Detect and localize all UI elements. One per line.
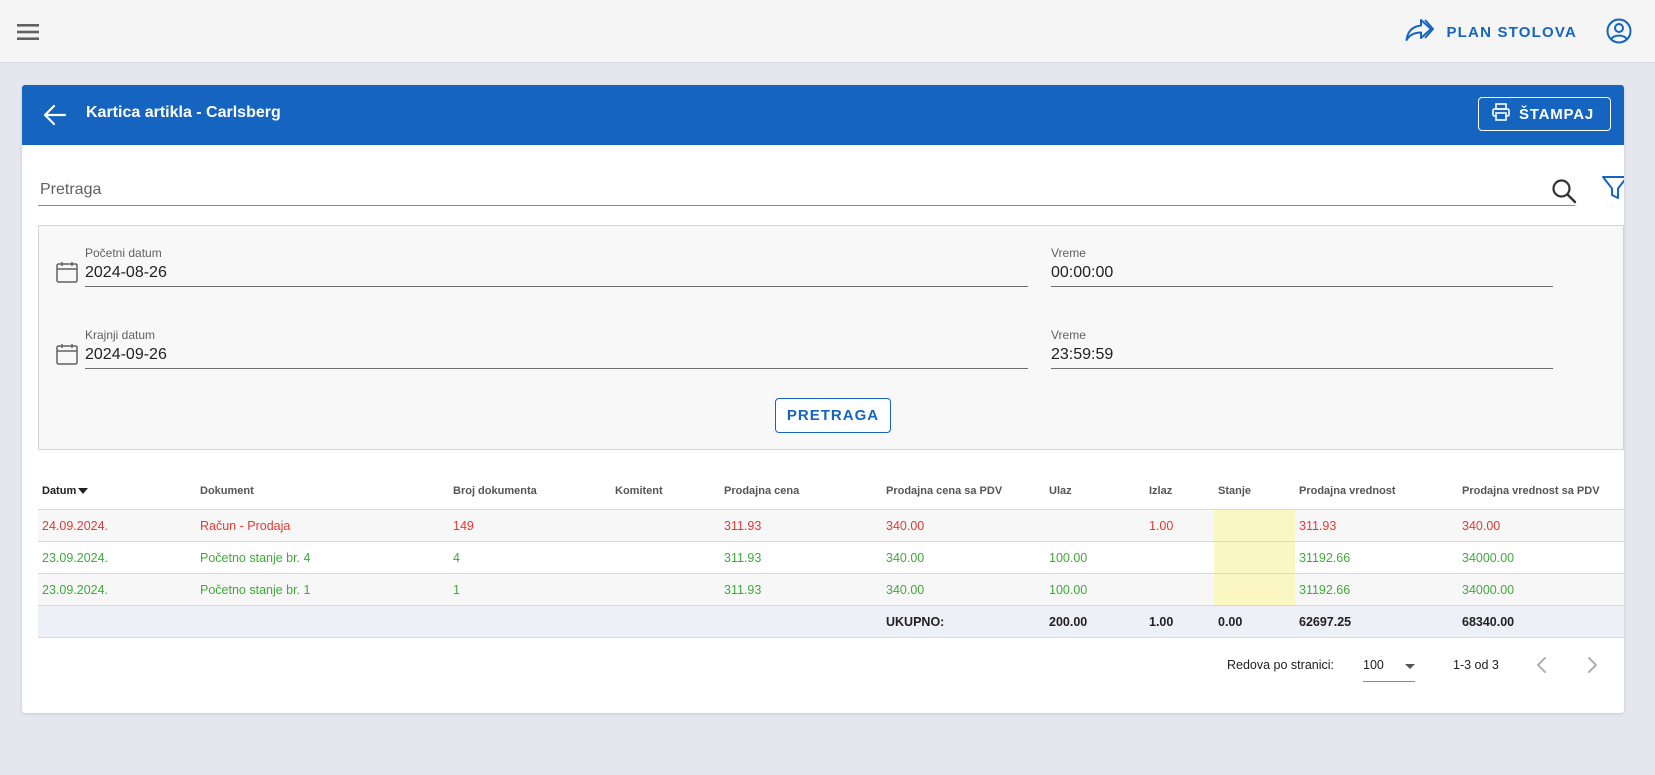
column-header-dokument[interactable]: Dokument (196, 473, 449, 510)
cell-prodajna-cena-pdv: 340.00 (882, 541, 1045, 574)
plan-stolova-label: PLAN STOLOVA (1446, 23, 1577, 41)
page-range-text: 1-3 od 3 (1453, 658, 1499, 672)
cell-izlaz (1145, 573, 1214, 606)
cell-ulaz (1045, 509, 1145, 542)
cell-stanje (1214, 541, 1295, 574)
cell-broj-dokumenta: 1 (449, 573, 611, 606)
article-card-table: Datum Dokument Broj dokumenta Komitent P… (38, 473, 1624, 638)
back-arrow-icon[interactable] (42, 102, 68, 128)
chevron-left-icon[interactable] (1530, 653, 1554, 677)
cell-prodajna-vrednost: 31192.66 (1295, 541, 1458, 574)
table-row[interactable]: 23.09.2024. Početno stanje br. 1 1 311.9… (38, 573, 1624, 606)
cell-prodajna-cena: 311.93 (720, 541, 882, 574)
cell-stanje (1214, 509, 1295, 542)
table-header-row: Datum Dokument Broj dokumenta Komitent P… (38, 473, 1624, 510)
cell-prodajna-cena-pdv: 340.00 (882, 573, 1045, 606)
column-header-stanje[interactable]: Stanje (1214, 473, 1295, 510)
cell-dokument: Početno stanje br. 4 (196, 541, 449, 574)
page-title: Kartica artikla - Carlsberg (86, 104, 281, 121)
total-izlaz: 1.00 (1145, 605, 1214, 638)
rows-per-page-value: 100 (1363, 658, 1384, 672)
menu-icon[interactable] (14, 18, 42, 46)
cell-stanje (1214, 573, 1295, 606)
start-date-field[interactable]: Početni datum 2024-08-26 (85, 246, 1028, 287)
start-date-label: Početni datum (85, 246, 162, 260)
article-card-panel: Kartica artikla - Carlsberg ŠTAMPAJ Poče… (22, 85, 1624, 713)
cell-datum: 23.09.2024. (38, 573, 196, 606)
rows-per-page-label: Redova po stranici: (1227, 658, 1335, 672)
top-app-bar: PLAN STOLOVA (0, 0, 1655, 63)
chevron-right-icon[interactable] (1580, 653, 1604, 677)
cell-prodajna-vrednost-pdv: 340.00 (1458, 509, 1624, 542)
cell-komitent (611, 573, 720, 606)
table-row[interactable]: 23.09.2024. Početno stanje br. 4 4 311.9… (38, 541, 1624, 574)
column-header-prodajna-vrednost[interactable]: Prodajna vrednost (1295, 473, 1458, 510)
cell-prodajna-cena-pdv: 340.00 (882, 509, 1045, 542)
cell-broj-dokumenta: 149 (449, 509, 611, 542)
cell-ulaz: 100.00 (1045, 541, 1145, 574)
column-header-datum[interactable]: Datum (38, 473, 196, 510)
print-label: ŠTAMPAJ (1518, 105, 1594, 123)
date-filter-panel: Početni datum 2024-08-26 Vreme 00:00:00 … (38, 225, 1624, 450)
column-header-izlaz[interactable]: Izlaz (1145, 473, 1214, 510)
cell-dokument: Račun - Prodaja (196, 509, 449, 542)
share-arrow-icon (1404, 17, 1435, 47)
start-time-field[interactable]: Vreme 00:00:00 (1051, 246, 1553, 287)
filter-icon[interactable] (1600, 173, 1624, 203)
start-date-value: 2024-08-26 (85, 264, 167, 281)
column-header-broj-dokumenta[interactable]: Broj dokumenta (449, 473, 611, 510)
end-time-label: Vreme (1051, 328, 1086, 342)
total-prodajna-vrednost-pdv: 68340.00 (1458, 605, 1624, 638)
print-button[interactable]: ŠTAMPAJ (1477, 97, 1611, 131)
total-prodajna-vrednost: 62697.25 (1295, 605, 1458, 638)
start-time-value: 00:00:00 (1051, 264, 1114, 281)
cell-prodajna-vrednost-pdv: 34000.00 (1458, 573, 1624, 606)
cell-datum: 24.09.2024. (38, 509, 196, 542)
printer-icon (1491, 102, 1511, 126)
cell-datum: 23.09.2024. (38, 541, 196, 574)
cell-prodajna-vrednost: 311.93 (1295, 509, 1458, 542)
cell-izlaz (1145, 541, 1214, 574)
cell-broj-dokumenta: 4 (449, 541, 611, 574)
calendar-icon[interactable] (55, 342, 79, 366)
search-input[interactable] (38, 175, 1482, 205)
cell-dokument: Početno stanje br. 1 (196, 573, 449, 606)
plan-stolova-button[interactable]: PLAN STOLOVA (1404, 16, 1577, 48)
column-header-prodajna-cena-pdv[interactable]: Prodajna cena sa PDV (882, 473, 1045, 510)
cell-komitent (611, 541, 720, 574)
totals-row: UKUPNO: 200.00 1.00 0.00 62697.25 68340.… (38, 605, 1624, 638)
column-header-ulaz[interactable]: Ulaz (1045, 473, 1145, 510)
pagination: Redova po stranici: 100 1-3 od 3 (22, 645, 1624, 685)
cell-izlaz: 1.00 (1145, 509, 1214, 542)
card-header: Kartica artikla - Carlsberg ŠTAMPAJ (22, 85, 1624, 145)
sort-desc-icon (78, 488, 89, 495)
calendar-icon[interactable] (55, 260, 79, 284)
column-header-prodajna-vrednost-pdv[interactable]: Prodajna vrednost sa PDV (1458, 473, 1624, 510)
end-time-value: 23:59:59 (1051, 346, 1114, 363)
end-time-field[interactable]: Vreme 23:59:59 (1051, 328, 1553, 369)
cell-komitent (611, 509, 720, 542)
cell-prodajna-cena: 311.93 (720, 509, 882, 542)
cell-prodajna-vrednost-pdv: 34000.00 (1458, 541, 1624, 574)
start-time-label: Vreme (1051, 246, 1086, 260)
rows-per-page-select[interactable]: 100 (1363, 651, 1415, 682)
cell-ulaz: 100.00 (1045, 573, 1145, 606)
column-header-prodajna-cena[interactable]: Prodajna cena (720, 473, 882, 510)
caret-down-icon (1405, 664, 1415, 669)
totals-label: UKUPNO: (882, 605, 1045, 638)
column-header-komitent[interactable]: Komitent (611, 473, 720, 510)
cell-prodajna-vrednost: 31192.66 (1295, 573, 1458, 606)
pretraga-button[interactable]: PRETRAGA (775, 398, 891, 433)
total-stanje: 0.00 (1214, 605, 1295, 638)
total-ulaz: 200.00 (1045, 605, 1145, 638)
cell-prodajna-cena: 311.93 (720, 573, 882, 606)
end-date-field[interactable]: Krajnji datum 2024-09-26 (85, 328, 1028, 369)
account-circle-icon[interactable] (1605, 17, 1633, 45)
end-date-label: Krajnji datum (85, 328, 156, 342)
search-icon[interactable] (1550, 177, 1578, 205)
end-date-value: 2024-09-26 (85, 346, 167, 363)
search-bar (38, 175, 1578, 206)
table-row[interactable]: 24.09.2024. Račun - Prodaja 149 311.93 3… (38, 509, 1624, 542)
